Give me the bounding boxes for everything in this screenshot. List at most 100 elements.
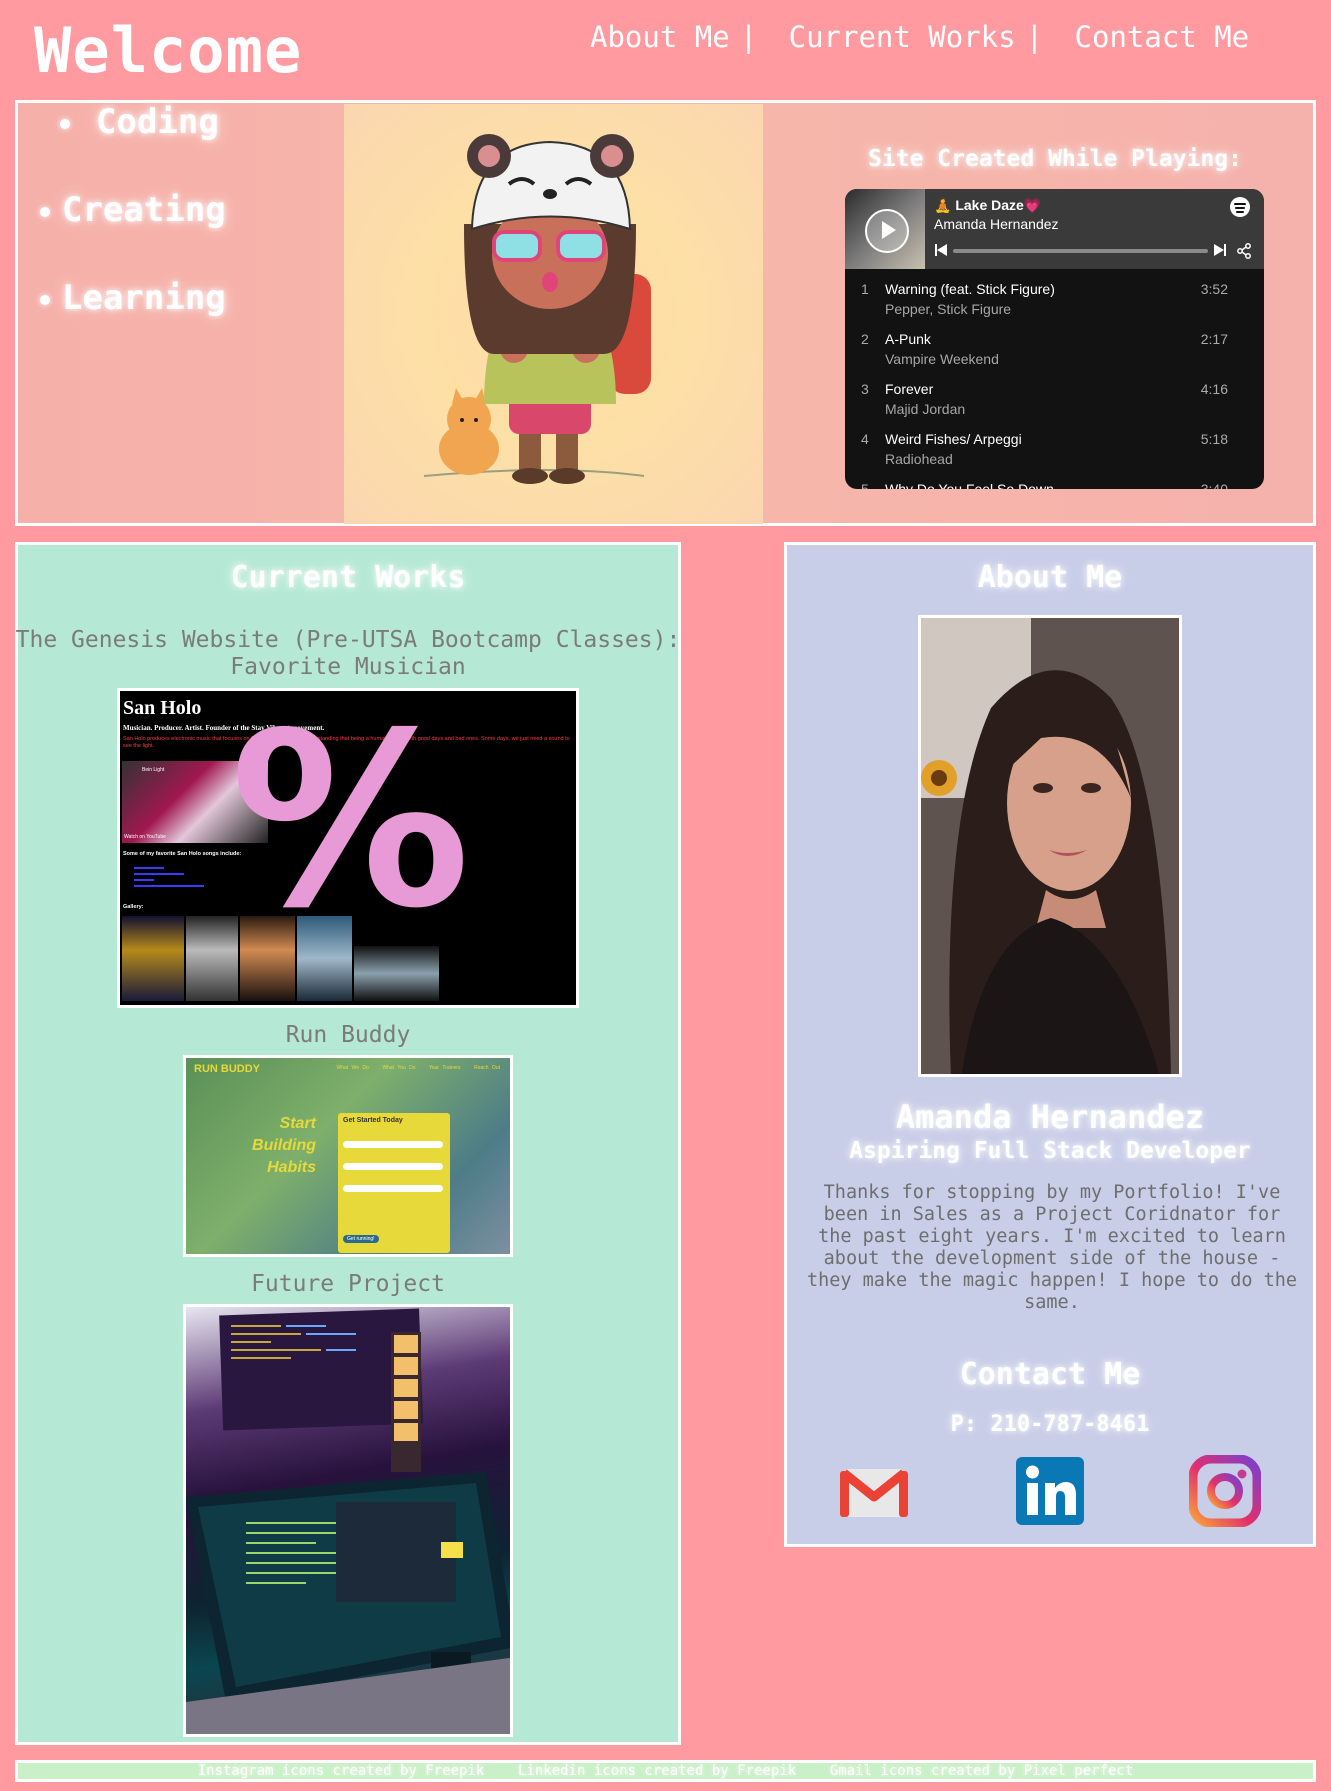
phone-number: P: 210-787-8461 bbox=[950, 1412, 1150, 1437]
track-artist: Pepper, Stick Figure bbox=[885, 301, 1012, 317]
project-title-future: Future Project bbox=[251, 1271, 445, 1297]
track-name: Why Do You Feel So Down bbox=[885, 481, 1054, 489]
track-artist: Radiohead bbox=[885, 451, 953, 467]
linkedin-icon[interactable] bbox=[1014, 1455, 1086, 1527]
bullet-icon bbox=[40, 206, 50, 217]
contact-me-title: Contact Me bbox=[959, 1357, 1141, 1392]
gallery-image[interactable] bbox=[297, 916, 352, 1001]
percent-symbol: % bbox=[230, 688, 471, 961]
hero-line: Start bbox=[279, 1115, 316, 1132]
track-number: 4 bbox=[861, 431, 869, 447]
gallery-image[interactable] bbox=[186, 916, 238, 1001]
track-name: A-Punk bbox=[885, 331, 931, 347]
screenshot-gallery-label: Gallery: bbox=[123, 904, 144, 910]
runbuddy-hero-text: Start Building Habits bbox=[216, 1113, 316, 1179]
nav-about-me[interactable]: About Me bbox=[590, 20, 730, 54]
runbuddy-logo: RUN BUDDY bbox=[194, 1063, 260, 1075]
instagram-svg bbox=[1188, 1454, 1262, 1528]
gallery-image[interactable] bbox=[122, 916, 184, 1001]
track-name: Weird Fishes/ Arpeggi bbox=[885, 431, 1022, 447]
project-screenshot-future[interactable] bbox=[183, 1304, 513, 1737]
about-me-title: About Me bbox=[977, 560, 1123, 595]
nav-current-works[interactable]: Current Works bbox=[789, 20, 1016, 54]
runbuddy-form: Get Started Today Get running! bbox=[338, 1113, 450, 1253]
playlist-title[interactable]: 🧘 Lake Daze💗 bbox=[934, 197, 1041, 214]
track-duration: 2:17 bbox=[1200, 331, 1228, 347]
spotify-icon[interactable] bbox=[1230, 197, 1250, 217]
track-number: 1 bbox=[861, 281, 869, 297]
list-item: Learning bbox=[40, 276, 226, 364]
top-nav: About Me | Current Works | Contact Me bbox=[590, 20, 1249, 54]
next-icon[interactable] bbox=[1214, 244, 1226, 256]
profile-photo bbox=[918, 615, 1182, 1077]
previous-icon[interactable] bbox=[935, 244, 947, 256]
bullet-icon bbox=[40, 294, 50, 305]
illustration-svg bbox=[423, 134, 651, 484]
hero-line: Building bbox=[252, 1137, 316, 1154]
runbuddy-nav: What We Do What You Do Your Trainers Rea… bbox=[337, 1065, 501, 1071]
site-title: Welcome bbox=[34, 14, 303, 87]
track-number: 3 bbox=[861, 381, 869, 397]
track-duration: 3:40 bbox=[1200, 481, 1228, 489]
laptop-code-photo bbox=[186, 1308, 510, 1734]
track-row[interactable]: 1 Warning (feat. Stick Figure) Pepper, S… bbox=[845, 274, 1264, 324]
project-screenshot-run-buddy[interactable]: RUN BUDDY What We Do What You Do Your Tr… bbox=[183, 1055, 513, 1257]
profile-role: Aspiring Full Stack Developer bbox=[849, 1138, 1251, 1164]
runbuddy-nav-item: What We Do bbox=[336, 1065, 369, 1071]
track-duration: 3:52 bbox=[1200, 281, 1228, 297]
track-name: Forever bbox=[885, 381, 934, 397]
track-row[interactable]: 3 Forever Majid Jordan 4:16 bbox=[845, 374, 1264, 424]
list-item: Creating bbox=[40, 188, 226, 276]
player-header: 🧘 Lake Daze💗 Amanda Hernandez bbox=[845, 189, 1264, 269]
track-row[interactable]: 5 Why Do You Feel So Down 3:40 bbox=[845, 474, 1264, 489]
playlist-cover bbox=[845, 189, 925, 269]
runbuddy-form-button[interactable]: Get running! bbox=[343, 1235, 379, 1243]
current-works-title: Current Works bbox=[230, 560, 466, 595]
project-title-genesis: The Genesis Website (Pre-UTSA Bootcamp C… bbox=[15, 627, 681, 680]
spotify-player[interactable]: 🧘 Lake Daze💗 Amanda Hernandez 1 Warning … bbox=[845, 189, 1264, 489]
gmail-icon[interactable] bbox=[838, 1455, 910, 1527]
track-artist: Majid Jordan bbox=[885, 401, 966, 417]
track-row[interactable]: 4 Weird Fishes/ Arpeggi Radiohead 5:18 bbox=[845, 424, 1264, 474]
linkedin-svg bbox=[1016, 1457, 1084, 1525]
gallery-image[interactable] bbox=[240, 916, 295, 1001]
profile-name: Amanda Hernandez bbox=[895, 1098, 1205, 1136]
project-title-run-buddy: Run Buddy bbox=[285, 1022, 411, 1048]
video-title: Bein Light bbox=[142, 767, 165, 773]
credit-linkedin[interactable]: Linkedin icons created by Freepik bbox=[518, 1763, 796, 1779]
credit-gmail[interactable]: Gmail icons created by Pixel perfect bbox=[830, 1763, 1133, 1779]
hero-line: Habits bbox=[267, 1159, 316, 1176]
project-screenshot-genesis[interactable]: San Holo Musician. Producer. Artist. Fou… bbox=[117, 688, 579, 1008]
play-icon[interactable] bbox=[865, 209, 909, 253]
runbuddy-nav-item: What You Do bbox=[382, 1065, 416, 1071]
song-links bbox=[134, 863, 204, 893]
runbuddy-form-title: Get Started Today bbox=[343, 1117, 403, 1124]
list-item-label: Creating bbox=[62, 190, 226, 230]
progress-bar[interactable] bbox=[953, 249, 1208, 253]
gallery-image[interactable] bbox=[354, 946, 439, 1001]
track-duration: 5:18 bbox=[1200, 431, 1228, 447]
nav-contact-me[interactable]: Contact Me bbox=[1075, 20, 1250, 54]
track-duration: 4:16 bbox=[1200, 381, 1228, 397]
instagram-icon[interactable] bbox=[1188, 1454, 1262, 1528]
track-artist: Vampire Weekend bbox=[885, 351, 999, 367]
bullet-icon bbox=[60, 118, 70, 129]
portrait-svg bbox=[921, 618, 1179, 1074]
track-number: 2 bbox=[861, 331, 869, 347]
nav-separator: | bbox=[1025, 20, 1044, 54]
profile-bio: Thanks for stopping by my Portfolio! I'v… bbox=[806, 1182, 1298, 1313]
track-row[interactable]: 2 A-Punk Vampire Weekend 2:17 bbox=[845, 324, 1264, 374]
playlist-owner[interactable]: Amanda Hernandez bbox=[934, 216, 1059, 232]
nav-separator: | bbox=[739, 20, 758, 54]
watch-on-youtube: Watch on YouTube bbox=[124, 834, 166, 840]
credit-instagram[interactable]: Instagram icons created by Freepik bbox=[198, 1763, 485, 1779]
footer-credits: Instagram icons created by Freepik Linke… bbox=[15, 1760, 1316, 1782]
interests-list: Coding Creating Learning bbox=[40, 100, 226, 364]
screenshot-songs-label: Some of my favorite San Holo songs inclu… bbox=[123, 851, 242, 857]
runbuddy-nav-item: Reach Out bbox=[474, 1065, 500, 1071]
list-item-label: Learning bbox=[62, 278, 226, 318]
playing-label: Site Created While Playing: bbox=[868, 146, 1242, 172]
screenshot-heading: San Holo bbox=[123, 697, 202, 719]
share-icon[interactable] bbox=[1236, 243, 1252, 259]
panda-hat-girl-illustration bbox=[344, 104, 763, 524]
